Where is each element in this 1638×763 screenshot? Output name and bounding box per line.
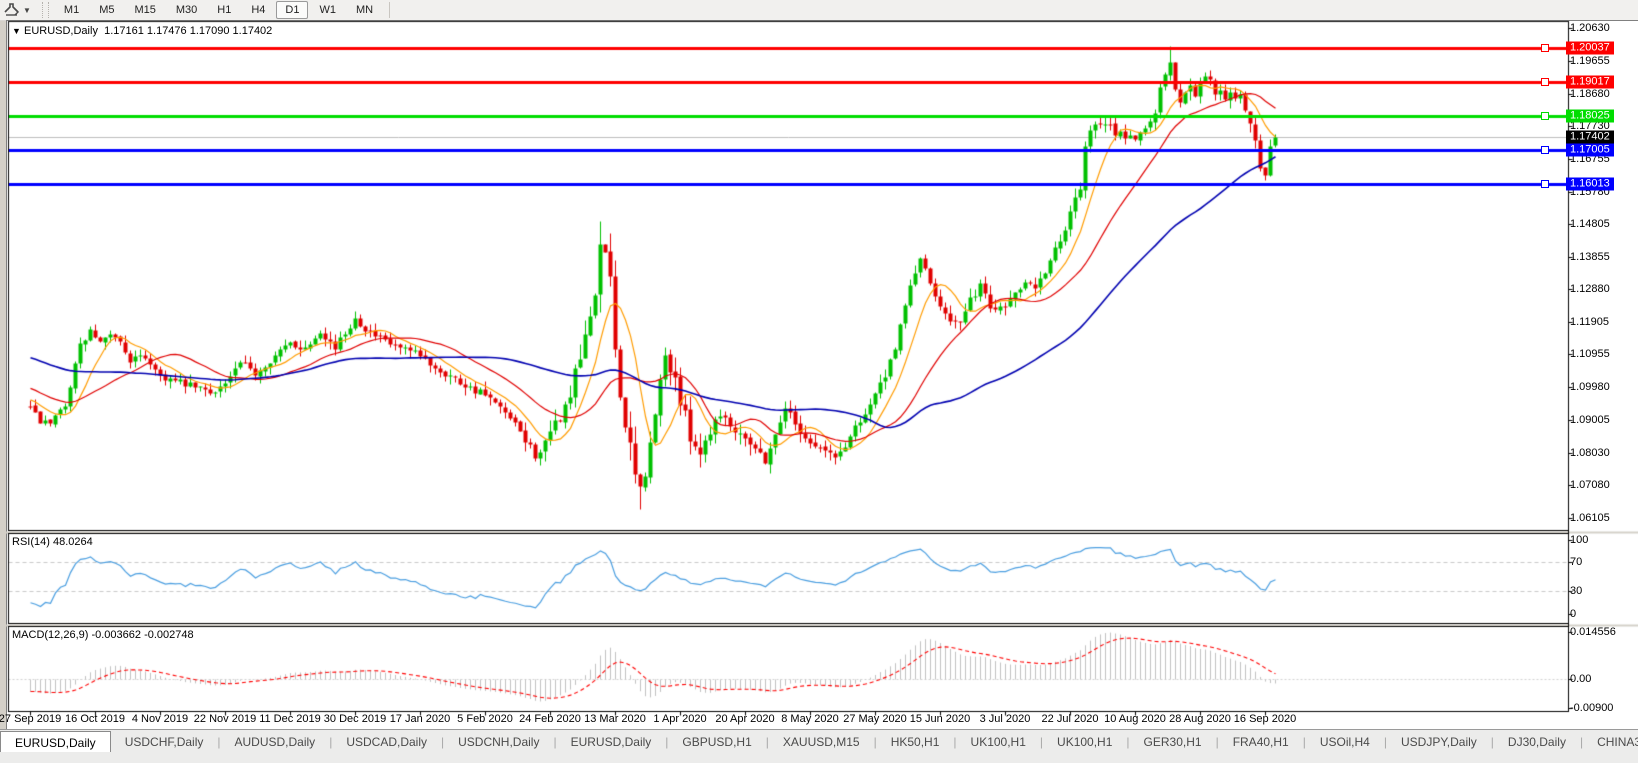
date-axis-label: 27 Sep 2019 — [0, 713, 62, 725]
date-axis-label: 3 Jul 2020 — [979, 713, 1031, 725]
price-axis-tick: 1.13855 — [1570, 250, 1610, 263]
date-axis-label: 30 Dec 2019 — [323, 713, 387, 725]
chart-tab-ger30-h1[interactable]: GER30,H1 — [1130, 732, 1216, 753]
toolbar-grip — [41, 2, 49, 18]
price-axis-tick: 1.07080 — [1570, 479, 1610, 492]
chart-tab-gbpusd-h1[interactable]: GBPUSD,H1 — [668, 732, 765, 753]
timeframe-button-d1[interactable]: D1 — [276, 1, 309, 19]
price-axis-tick: 1.19655 — [1570, 54, 1610, 67]
chart-tab-eurusd-daily[interactable]: EURUSD,Daily — [557, 732, 666, 753]
chart-tab-hk50-h1[interactable]: HK50,H1 — [877, 732, 954, 753]
date-axis-label: 27 May 2020 — [843, 713, 907, 725]
chart-tab-usdchf-daily[interactable]: USDCHF,Daily — [111, 732, 218, 753]
rsi-axis-tick: 100 — [1570, 534, 1589, 546]
hline-price-badge: 1.18025 — [1566, 109, 1614, 123]
chart-tab-china300-h1[interactable]: CHINA300,H1 — [1583, 732, 1638, 753]
hline-drag-handle[interactable] — [1541, 146, 1549, 155]
candlestick-chart-icon[interactable] — [4, 3, 20, 17]
date-axis-label: 8 May 2020 — [781, 713, 839, 725]
price-axis-tick: 1.11905 — [1570, 316, 1609, 329]
rsi-axis-tick: 0 — [1570, 607, 1577, 620]
date-axis-label: 13 Mar 2020 — [584, 713, 646, 725]
date-axis-label: 24 Feb 2020 — [519, 713, 581, 725]
date-axis-label: 22 Jul 2020 — [1041, 713, 1099, 725]
timeframe-button-h1[interactable]: H1 — [208, 1, 240, 19]
hline-price-badge: 1.16013 — [1566, 177, 1614, 191]
chart-tab-usdjpy-daily[interactable]: USDJPY,Daily — [1387, 732, 1491, 753]
date-axis-label: 28 Aug 2020 — [1169, 713, 1231, 725]
date-axis-label: 4 Nov 2019 — [131, 713, 189, 725]
bottom-strip — [0, 752, 1638, 763]
chart-title: ▼ EURUSD,Daily 1.17161 1.17476 1.17090 1… — [12, 25, 272, 37]
hline-price-badge: 1.20037 — [1566, 41, 1614, 55]
date-axis-label: 16 Sep 2020 — [1233, 713, 1297, 725]
chart-symbol-period: EURUSD,Daily — [23, 25, 98, 37]
chart-tab-audusd-daily[interactable]: AUDUSD,Daily — [221, 732, 330, 753]
price-axis-tick: 1.20630 — [1570, 22, 1610, 34]
price-axis-tick: 1.06105 — [1570, 511, 1610, 524]
price-axis-tick: 1.09005 — [1570, 414, 1610, 427]
timeframe-button-mn[interactable]: MN — [347, 1, 382, 19]
macd-axis-tick: -0.00900 — [1570, 702, 1614, 715]
timeframe-toolbar: ▼ M1 M5 M15 M30 H1 H4 D1 W1 MN — [0, 0, 1638, 21]
hline-price-badge: 1.19017 — [1566, 75, 1614, 89]
price-axis-tick: 1.08030 — [1570, 446, 1610, 459]
macd-indicator-label: MACD(12,26,9) -0.003662 -0.002748 — [12, 629, 194, 641]
date-axis-label: 22 Nov 2019 — [193, 713, 257, 725]
hline-drag-handle[interactable] — [1541, 44, 1549, 52]
chart-tab-uk100-h1[interactable]: UK100,H1 — [957, 732, 1040, 753]
timeframe-button-h4[interactable]: H4 — [242, 1, 274, 19]
date-axis-label: 11 Dec 2019 — [259, 713, 321, 725]
macd-axis-tick: 0.00 — [1570, 673, 1592, 685]
chart-ohlc-values: 1.17161 1.17476 1.17090 1.17402 — [104, 25, 273, 37]
chart-tab-uk100-h1[interactable]: UK100,H1 — [1043, 732, 1126, 753]
timeframe-button-m30[interactable]: M30 — [167, 1, 206, 19]
macd-axis-tick: 0.014556 — [1570, 626, 1616, 639]
date-axis-label: 17 Jan 2020 — [389, 713, 451, 725]
hline-drag-handle[interactable] — [1541, 111, 1549, 120]
chart-tab-fra40-h1[interactable]: FRA40,H1 — [1219, 732, 1303, 753]
chart-type-dropdown-caret[interactable]: ▼ — [23, 6, 31, 15]
date-axis-label: 16 Oct 2019 — [65, 713, 125, 725]
chart-title-caret[interactable]: ▼ — [12, 26, 21, 36]
chart-tab-usoil-h4[interactable]: USOil,H4 — [1306, 732, 1384, 753]
current-price-badge: 1.17402 — [1566, 130, 1614, 144]
timeframe-button-w1[interactable]: W1 — [310, 1, 345, 19]
rsi-indicator-label: RSI(14) 48.0264 — [12, 536, 93, 548]
mt4-terminal: { "toolbar": { "chart_icon": "candlestic… — [0, 0, 1638, 763]
chart-tab-dj30-daily[interactable]: DJ30,Daily — [1494, 732, 1580, 753]
timeframe-button-m5[interactable]: M5 — [90, 1, 123, 19]
price-axis-tick: 1.12880 — [1570, 283, 1610, 296]
rsi-axis-tick: 70 — [1570, 556, 1583, 569]
chart-window — [6, 20, 1638, 731]
chart-tab-bar: EURUSD,Daily USDCHF,Daily | AUDUSD,Daily | US… — [0, 729, 1638, 754]
price-axis-tick: 1.10955 — [1570, 348, 1610, 361]
hline-drag-handle[interactable] — [1541, 78, 1549, 87]
hline-price-badge: 1.17005 — [1566, 143, 1614, 157]
date-axis-label: 5 Feb 2020 — [457, 713, 513, 725]
rsi-axis-tick: 30 — [1570, 585, 1583, 598]
price-axis-tick: 1.18680 — [1570, 87, 1610, 100]
timeframe-button-m15[interactable]: M15 — [125, 1, 164, 19]
chart-tab-usdcnh-daily[interactable]: USDCNH,Daily — [444, 732, 553, 753]
date-axis-label: 1 Apr 2020 — [653, 713, 707, 725]
date-axis-label: 20 Apr 2020 — [715, 713, 775, 725]
chart-tab-eurusd-daily[interactable]: EURUSD,Daily — [0, 731, 111, 754]
price-axis-tick: 1.14805 — [1570, 218, 1610, 231]
chart-tab-xauusd-m15[interactable]: XAUUSD,M15 — [769, 732, 874, 753]
timeframe-button-m1[interactable]: M1 — [55, 1, 88, 19]
price-axis-tick: 1.09980 — [1570, 381, 1610, 394]
date-axis-label: 15 Jun 2020 — [909, 713, 971, 725]
chart-tab-usdcad-daily[interactable]: USDCAD,Daily — [332, 732, 441, 753]
hline-drag-handle[interactable] — [1541, 179, 1549, 188]
timeframe-buttons: M1 M5 M15 M30 H1 H4 D1 W1 MN — [54, 1, 383, 19]
date-axis-label: 10 Aug 2020 — [1104, 713, 1166, 725]
toolbar-separator — [389, 2, 391, 18]
